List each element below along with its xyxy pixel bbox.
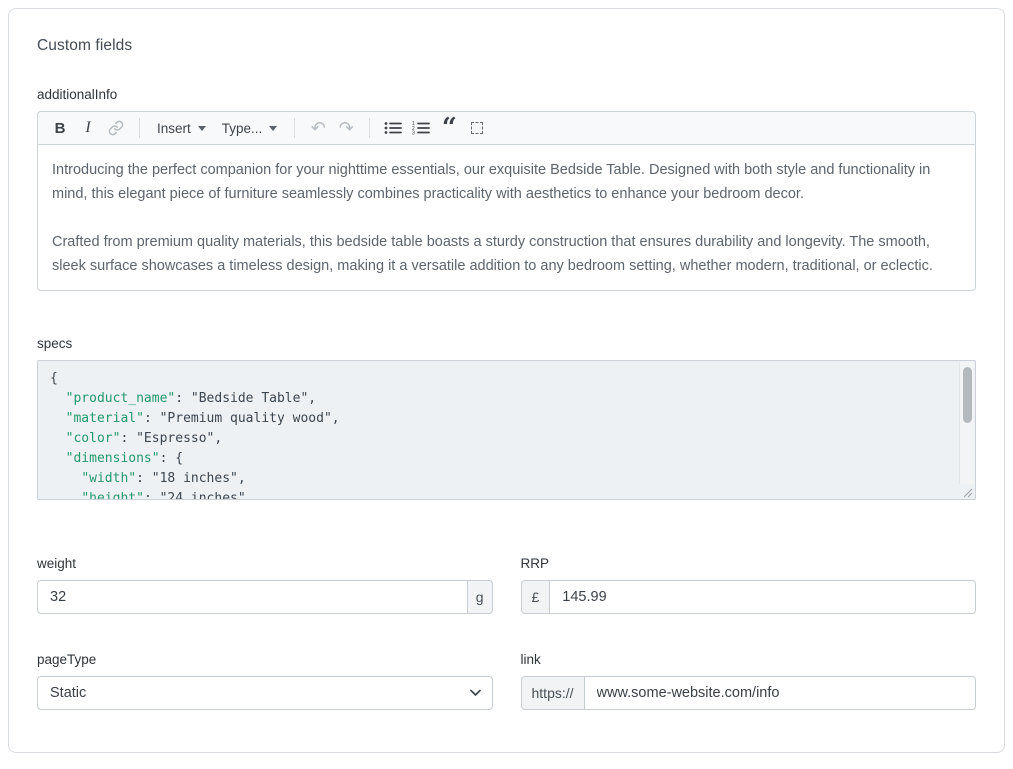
editor-paragraph: Introducing the perfect companion for yo… (52, 158, 960, 206)
protocol-addon: https:// (521, 676, 585, 710)
bold-button[interactable]: B (47, 115, 73, 141)
weight-label: weight (37, 556, 493, 571)
code-line: { (50, 369, 951, 389)
toolbar-divider (139, 118, 140, 138)
link-input[interactable] (584, 676, 976, 710)
bullet-list-icon (384, 121, 402, 135)
toolbar-divider (369, 118, 370, 138)
resize-handle-icon[interactable] (961, 485, 973, 497)
type-dropdown-label: Type... (222, 121, 263, 136)
additional-info-label: additionalInfo (37, 87, 976, 102)
specs-label: specs (37, 336, 976, 351)
horizontal-rule-button[interactable] (464, 115, 490, 141)
blockquote-icon: “ (442, 118, 457, 138)
currency-addon: £ (521, 580, 551, 614)
code-line: "width": "18 inches", (50, 469, 951, 489)
weight-input[interactable] (37, 580, 468, 614)
scrollbar-thumb[interactable] (963, 367, 972, 423)
card-title: Custom fields (37, 37, 976, 55)
weight-unit-addon: g (467, 580, 493, 614)
rrp-input[interactable] (549, 580, 976, 614)
toolbar-divider (294, 118, 295, 138)
weight-field: weight g (37, 556, 493, 614)
redo-button[interactable]: ↷ (333, 115, 359, 141)
page-type-field: pageType Static (37, 652, 493, 710)
page-type-select[interactable]: Static (37, 676, 493, 710)
numbered-list-icon: 123 (412, 121, 430, 135)
editor-toolbar: B I Insert Type... ↶ ↷ (38, 112, 975, 145)
type-dropdown[interactable]: Type... (214, 115, 286, 141)
code-line: "material": "Premium quality wood", (50, 409, 951, 429)
insert-dropdown-label: Insert (157, 121, 191, 136)
bullet-list-button[interactable] (380, 115, 406, 141)
numbered-list-button[interactable]: 123 (408, 115, 434, 141)
link-label: link (521, 652, 977, 667)
undo-button[interactable]: ↶ (305, 115, 331, 141)
vertical-scrollbar[interactable] (959, 362, 974, 484)
code-line: "color": "Espresso", (50, 429, 951, 449)
specs-textarea[interactable]: { "product_name": "Bedside Table", "mate… (37, 360, 976, 500)
italic-button[interactable]: I (75, 115, 101, 141)
custom-fields-card: Custom fields additionalInfo B I Insert … (8, 8, 1005, 753)
code-line: "height": "24 inches" (50, 489, 951, 500)
code-line: "dimensions": { (50, 449, 951, 469)
code-line: "product_name": "Bedside Table", (50, 389, 951, 409)
editor-content[interactable]: Introducing the perfect companion for yo… (38, 145, 975, 290)
editor-paragraph: Crafted from premium quality materials, … (52, 230, 960, 278)
dashed-box-icon (471, 122, 483, 134)
caret-down-icon (269, 126, 277, 131)
caret-down-icon (198, 126, 206, 131)
link-button[interactable] (103, 115, 129, 141)
insert-dropdown[interactable]: Insert (149, 115, 214, 141)
svg-text:3: 3 (412, 130, 415, 135)
blockquote-button[interactable]: “ (436, 115, 462, 141)
link-field: link https:// (521, 652, 977, 710)
rich-text-editor: B I Insert Type... ↶ ↷ (37, 111, 976, 291)
rrp-field: RRP £ (521, 556, 977, 614)
link-icon (108, 120, 124, 136)
page-type-label: pageType (37, 652, 493, 667)
fields-grid: weight g RRP £ pageType Static (37, 556, 976, 710)
rrp-label: RRP (521, 556, 977, 571)
